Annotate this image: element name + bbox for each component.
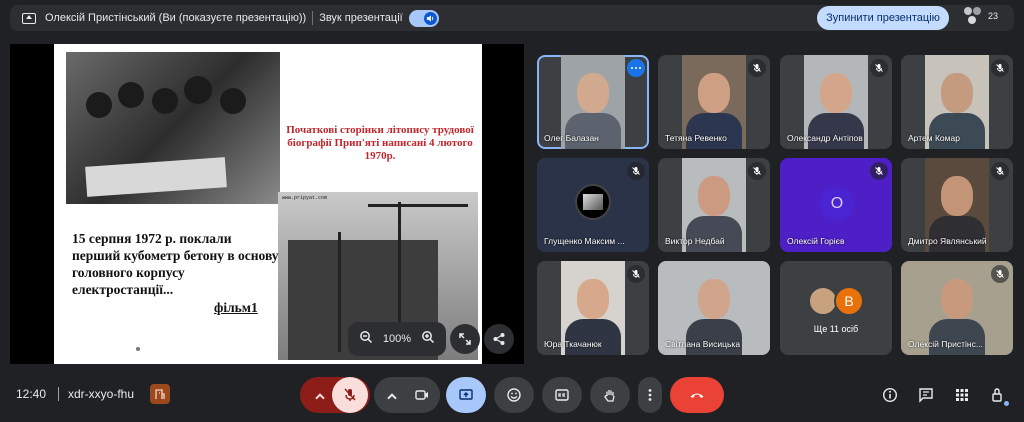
notification-dot xyxy=(1004,401,1009,406)
fullscreen-icon[interactable] xyxy=(450,324,480,354)
avatar: О xyxy=(820,187,854,221)
participant-name: Тетяна Ревенко xyxy=(665,133,727,143)
participant-name: Глущенко Максим ... xyxy=(544,236,625,246)
participant-count: 23 xyxy=(988,11,999,21)
participant-name: Олексій Пристінс... xyxy=(908,339,983,349)
mic-options-chevron-icon[interactable] xyxy=(312,388,328,409)
participant-tile[interactable]: Артем Комар xyxy=(901,55,1013,149)
hand-icon[interactable] xyxy=(590,377,630,413)
participant-tile[interactable]: Тетяна Ревенко xyxy=(658,55,770,149)
participant-tile[interactable]: Дмитро Являнський xyxy=(901,158,1013,252)
photo-caption: www.pripyat.com xyxy=(282,195,328,201)
participant-name: Юра Ткачанюк xyxy=(544,339,602,349)
participant-tile[interactable]: Олексій Пристінс... xyxy=(901,261,1013,355)
participant-name: Олександр Антіпов xyxy=(787,133,863,143)
participant-name: Олег Балазан xyxy=(544,133,599,143)
slide-dot xyxy=(136,347,140,351)
avatar: В xyxy=(834,286,864,316)
mic-off-icon[interactable] xyxy=(332,377,368,413)
people-icon xyxy=(964,6,984,26)
clock: 12:40 xyxy=(16,387,47,401)
participant-name: Світлана Висицька xyxy=(665,339,741,349)
meeting-code: xdr-xxyo-fhu xyxy=(68,387,135,401)
presentation-banner: Олексій Пристінський (Ви (показуєте през… xyxy=(10,5,1014,31)
participant-name: Дмитро Являнський xyxy=(908,236,987,246)
control-bar: 12:40 xdr-xxyo-fhu xyxy=(0,376,1024,414)
zoom-level: 100% xyxy=(382,333,412,345)
slide-body-text: 15 серпня 1972 р. поклали перший кубомет… xyxy=(72,231,279,297)
more-participants-tile[interactable]: В Ще 11 осіб xyxy=(780,261,892,355)
volume-icon xyxy=(423,11,437,25)
zoom-in-icon[interactable] xyxy=(421,330,435,349)
share-icon[interactable] xyxy=(484,324,514,354)
participant-tile[interactable]: О Олексій Горієв xyxy=(780,158,892,252)
captions-icon[interactable] xyxy=(542,377,582,413)
mic-off-icon xyxy=(991,162,1009,180)
avatar xyxy=(575,184,611,220)
participant-tile[interactable]: Юра Ткачанюк xyxy=(537,261,649,355)
zoom-controls: 100% xyxy=(348,322,446,356)
presentation-slide: Початкові сторінки літопису трудової біо… xyxy=(54,44,482,364)
mic-off-icon xyxy=(748,162,766,180)
room-icon[interactable] xyxy=(150,384,170,404)
mic-off-icon xyxy=(870,162,888,180)
film-link[interactable]: фільм1 xyxy=(214,300,258,316)
bottom-divider xyxy=(58,387,59,401)
mic-control-group xyxy=(300,377,370,413)
participant-tile[interactable]: Світлана Висицька xyxy=(658,261,770,355)
speaking-indicator-icon xyxy=(627,59,645,77)
participant-tile[interactable]: Виктор Недбай xyxy=(658,158,770,252)
participant-tile[interactable]: Олександр Антіпов xyxy=(780,55,892,149)
zoom-out-icon[interactable] xyxy=(359,330,373,349)
mic-off-icon xyxy=(991,59,1009,77)
chat-icon[interactable] xyxy=(917,386,935,404)
participant-tile[interactable]: Олег Балазан xyxy=(537,55,649,149)
banner-divider xyxy=(312,11,314,25)
present-screen-icon[interactable] xyxy=(446,377,486,413)
meet-window: Олексій Пристінський (Ви (показуєте през… xyxy=(0,0,1024,422)
participant-name: Артем Комар xyxy=(908,133,960,143)
camera-icon[interactable] xyxy=(404,377,440,413)
mic-off-icon xyxy=(870,59,888,77)
mic-off-icon xyxy=(748,59,766,77)
more-icon[interactable] xyxy=(638,377,662,413)
mic-off-icon xyxy=(627,162,645,180)
camera-options-chevron-icon[interactable] xyxy=(384,388,400,409)
presenter-label: Олексій Пристінський (Ви (показуєте през… xyxy=(45,12,307,24)
mic-off-icon xyxy=(627,265,645,283)
hangup-icon[interactable] xyxy=(670,377,724,413)
info-icon[interactable] xyxy=(881,386,899,404)
camera-control-group xyxy=(374,377,440,413)
host-controls-icon[interactable] xyxy=(989,386,1009,406)
presentation-stage: Початкові сторінки літопису трудової біо… xyxy=(10,44,524,364)
apps-icon[interactable] xyxy=(953,386,971,404)
workers-photo xyxy=(66,52,280,204)
participant-name: Олексій Горієв xyxy=(787,236,845,246)
emoji-icon[interactable] xyxy=(494,377,534,413)
participant-name: Виктор Недбай xyxy=(665,236,725,246)
participants-button[interactable]: 23 xyxy=(964,6,998,26)
participant-tile[interactable]: Глущенко Максим ... xyxy=(537,158,649,252)
present-icon xyxy=(22,12,36,24)
stop-presenting-button[interactable]: Зупинити презентацію xyxy=(817,6,949,30)
presentation-sound-label: Звук презентації xyxy=(319,12,403,24)
presentation-sound-toggle[interactable] xyxy=(408,9,439,27)
mic-off-icon xyxy=(991,265,1009,283)
more-participants-label: Ще 11 осіб xyxy=(813,324,859,334)
slide-title: Початкові сторінки літопису трудової біо… xyxy=(286,124,474,162)
